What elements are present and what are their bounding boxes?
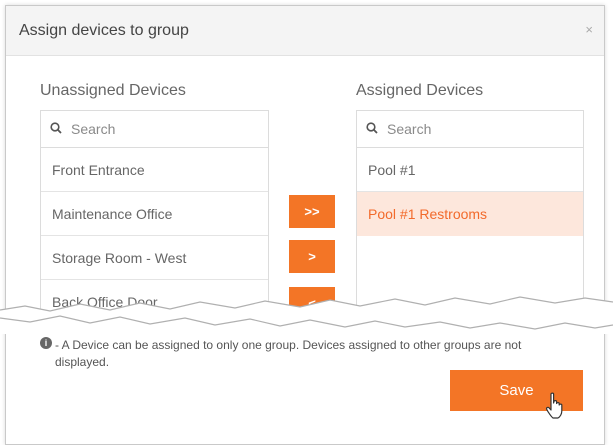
unassigned-search-input[interactable] (71, 118, 221, 140)
dialog-header: Assign devices to group × (6, 6, 604, 56)
device-label: Maintenance Office (52, 206, 173, 222)
assigned-search (357, 111, 583, 148)
dialog-title: Assign devices to group (19, 22, 189, 39)
assigned-devices-list: Pool #1 Pool #1 Restrooms (356, 110, 584, 320)
unassigned-devices-label: Unassigned Devices (40, 82, 186, 99)
device-label: Front Entrance (52, 162, 145, 178)
move-right-button[interactable]: > (289, 240, 335, 273)
list-item[interactable]: Front Entrance (41, 148, 268, 192)
list-item[interactable]: Storage Room - West (41, 236, 268, 280)
list-item[interactable]: Maintenance Office (41, 192, 268, 236)
close-icon[interactable]: × (585, 23, 593, 36)
list-item[interactable]: Pool #1 (357, 148, 583, 192)
assigned-search-input[interactable] (387, 118, 537, 140)
device-label: Pool #1 (368, 162, 416, 178)
info-note: - A Device can be assigned to only one g… (55, 338, 522, 369)
info-circle-icon: i (40, 337, 52, 349)
assigned-devices-label: Assigned Devices (356, 82, 484, 99)
search-icon (50, 122, 62, 134)
search-icon (366, 122, 378, 134)
unassigned-search (41, 111, 268, 148)
hand-cursor-icon (546, 392, 563, 419)
device-label: Storage Room - West (52, 250, 187, 266)
list-item-selected[interactable]: Pool #1 Restrooms (357, 192, 583, 236)
torn-edge-divider (0, 296, 613, 334)
device-label: Pool #1 Restrooms (368, 206, 488, 222)
unassigned-devices-list: Front Entrance Maintenance Office Storag… (40, 110, 269, 320)
move-all-right-button[interactable]: >> (289, 195, 335, 228)
